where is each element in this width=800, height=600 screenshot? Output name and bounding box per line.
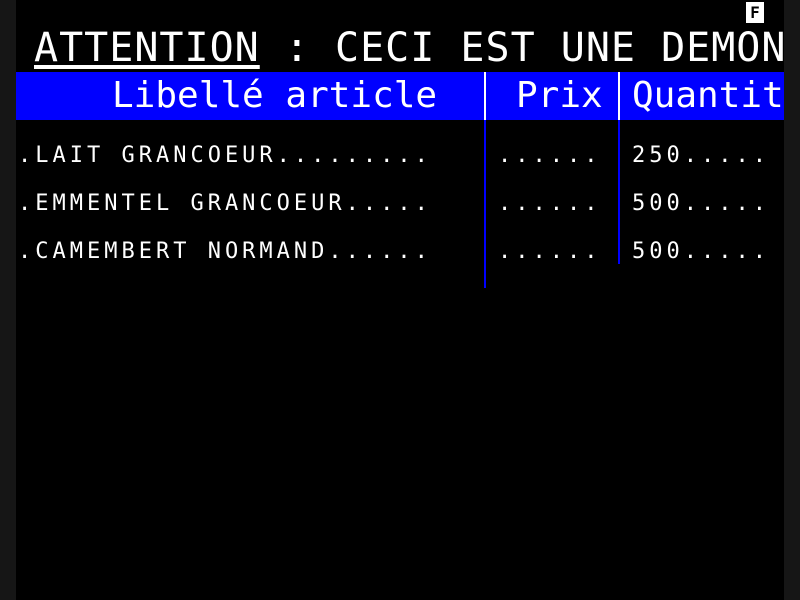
demo-warning-banner: ATTENTION : CECI EST UNE DEMONTRATION <box>34 24 784 72</box>
header-divider <box>618 72 620 120</box>
column-header-label: Libellé article <box>112 75 438 116</box>
table-row[interactable]: .EMMENTEL GRANCOEUR..... ...... 500..... <box>16 180 784 228</box>
row-quantity: 500..... <box>632 239 770 264</box>
header-divider <box>484 72 486 120</box>
row-label: .LAIT GRANCOEUR......... <box>18 143 432 168</box>
row-quantity: 250..... <box>632 143 770 168</box>
column-header-price: Prix <box>516 75 603 116</box>
column-header-quantity: Quantité <box>632 75 784 116</box>
terminal-screen: ATTENTION : CECI EST UNE DEMONTRATION Li… <box>16 0 784 600</box>
table-header: Libellé article Prix Quantité <box>16 72 784 120</box>
banner-attention-word: ATTENTION <box>34 25 260 71</box>
row-quantity: 500..... <box>632 191 770 216</box>
function-mode-indicator: F <box>746 2 764 23</box>
row-price: ...... <box>498 143 602 168</box>
table-row[interactable]: .LAIT GRANCOEUR......... ...... 250..... <box>16 132 784 180</box>
row-price: ...... <box>498 191 602 216</box>
banner-message: : CECI EST UNE DEMONTRATION <box>284 25 784 71</box>
table-row[interactable]: .CAMEMBERT NORMAND...... ...... 500..... <box>16 228 784 276</box>
row-label: .EMMENTEL GRANCOEUR..... <box>18 191 432 216</box>
row-label: .CAMEMBERT NORMAND...... <box>18 239 432 264</box>
row-price: ...... <box>498 239 602 264</box>
